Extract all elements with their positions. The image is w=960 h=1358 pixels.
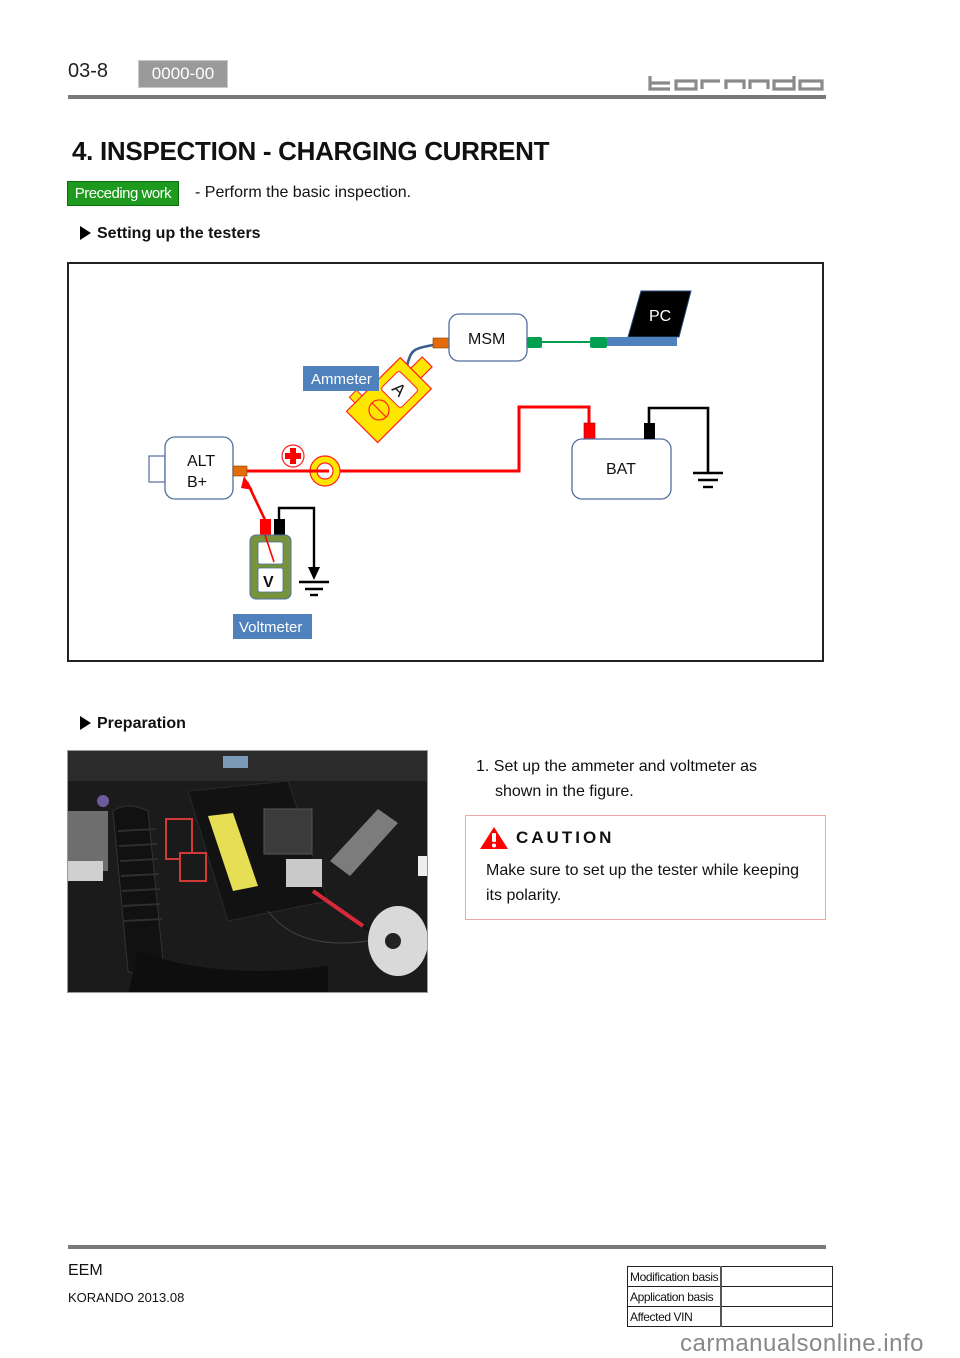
voltmeter-positive-lead [260,519,271,535]
ammeter-clamp-icon: A [345,356,433,444]
wiring-diagram: ALT B+ BAT A Ammeter MSM PC V Voltmeter [67,262,824,662]
alternator-stub [148,455,166,483]
pc-label: PC [649,308,671,325]
revision-label: Application basis [627,1286,722,1307]
alternator-terminal-label: B+ [187,474,207,491]
revision-row: Affected VIN [627,1306,834,1327]
step-number: 1. [476,758,490,775]
header-rule [68,95,826,99]
revision-label: Modification basis [627,1266,722,1287]
msm-label: MSM [468,331,505,348]
model-edition: KORANDO 2013.08 [68,1290,185,1305]
footer-rule [68,1245,826,1249]
triangle-bullet-icon [80,226,91,240]
pc-connector [590,337,607,348]
watermark: carmanualsonline.info [680,1330,924,1357]
preceding-work-text: - Perform the basic inspection. [195,184,412,201]
korando-logo [648,76,824,91]
caution-line2: its polarity. [486,887,562,904]
step-1-line2: shown in the figure. [495,783,634,800]
voltmeter-ground-icon [299,580,329,597]
battery-label: BAT [606,461,636,478]
triangle-bullet-icon [80,716,91,730]
step-text: Set up the ammeter and voltmeter as [493,758,758,775]
revision-table: Modification basis Application basis Aff… [627,1266,834,1327]
section-heading-preparation: Preparation [80,715,186,733]
battery-ground-icon [693,471,723,489]
section-heading-setup-text: Setting up the testers [97,225,261,242]
caution-title: CAUTION [516,828,615,847]
revision-row: Application basis [627,1286,834,1307]
ammeter-label: Ammeter [311,371,372,388]
msm-input-connector [432,337,450,349]
caution-box: CAUTION Make sure to set up the tester w… [465,815,826,920]
voltmeter-label: Voltmeter [239,619,302,636]
page-title: 4. INSPECTION - CHARGING CURRENT [72,136,550,166]
caution-line1: Make sure to set up the tester while kee… [486,862,800,879]
manual-name: EEM [68,1262,103,1279]
battery-positive-clip [583,422,596,440]
warning-triangle-icon [480,827,508,849]
voltmeter-probe-tip-icon [241,476,253,490]
msm-output-connector [527,337,542,348]
code-badge: 0000-00 [138,60,228,88]
section-heading-preparation-text: Preparation [97,715,186,732]
engine-bay-photo-svg [68,751,427,992]
revision-label: Affected VIN [627,1306,722,1327]
pc-base [607,337,677,346]
preceding-work-badge: Preceding work [67,181,179,206]
step-1: 1. Set up the ammeter and voltmeter as s… [476,754,806,804]
step-1-line1: 1. Set up the ammeter and voltmeter as [476,754,806,779]
positive-polarity-icon [281,444,305,468]
voltmeter-negative-lead [274,519,285,535]
revision-row: Modification basis [627,1266,834,1287]
page-number: 03-8 [68,60,109,82]
alternator-label: ALT [187,453,215,470]
revision-value [720,1266,834,1287]
wiring-diagram-svg: ALT B+ BAT A Ammeter MSM PC V Voltmeter [148,290,723,639]
revision-value [720,1306,834,1327]
caution-body: Make sure to set up the tester while kee… [486,858,816,908]
revision-value [720,1286,834,1307]
engine-bay-photo [67,750,428,993]
alternator-terminal-connector [232,465,248,477]
voltmeter-symbol: V [263,574,274,591]
section-heading-setup: Setting up the testers [80,225,261,243]
battery-negative-clip [644,423,655,439]
